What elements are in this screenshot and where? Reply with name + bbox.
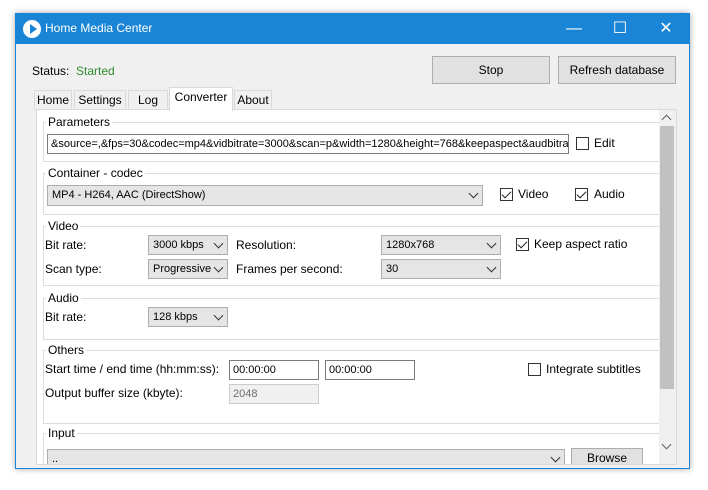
- container-codec-dropdown[interactable]: MP4 - H264, AAC (DirectShow): [47, 185, 483, 206]
- tab-log[interactable]: Log: [128, 90, 168, 110]
- video-checkbox-label: Video: [518, 187, 549, 201]
- end-time-field[interactable]: 00:00:00: [325, 360, 415, 380]
- chevron-down-icon: [213, 262, 224, 273]
- chevron-down-icon: [213, 238, 224, 249]
- video-group: [43, 226, 665, 286]
- edit-checkbox[interactable]: [576, 137, 589, 150]
- scan-type-value: Progressive: [153, 263, 212, 275]
- chevron-down-icon: [486, 262, 497, 273]
- integrate-subtitles-checkbox[interactable]: [528, 363, 541, 376]
- video-bitrate-value: 3000 kbps: [153, 239, 204, 251]
- scrollbar-thumb[interactable]: [660, 126, 674, 389]
- scan-type-label: Scan type:: [45, 262, 102, 276]
- tab-about[interactable]: About: [234, 90, 272, 110]
- container-codec-value: MP4 - H264, AAC (DirectShow): [52, 189, 206, 201]
- audio-group-label: Audio: [46, 291, 81, 305]
- fps-dropdown[interactable]: 30: [381, 259, 501, 279]
- title-bar[interactable]: Home Media Center — ☐ ✕: [16, 14, 689, 44]
- video-checkbox[interactable]: [500, 188, 513, 201]
- video-bitrate-label: Bit rate:: [45, 238, 87, 252]
- main-window: Home Media Center — ☐ ✕ Status: Started …: [15, 13, 690, 469]
- audio-group: [43, 298, 665, 340]
- input-group-label: Input: [46, 426, 77, 440]
- refresh-database-button[interactable]: Refresh database: [558, 56, 676, 84]
- buffer-size-field[interactable]: 2048: [229, 384, 319, 404]
- parameters-group-label: Parameters: [46, 115, 113, 129]
- status-value: Started: [76, 64, 115, 78]
- keep-aspect-checkbox[interactable]: [516, 238, 529, 251]
- chevron-down-icon: [486, 238, 497, 249]
- input-dropdown[interactable]: ..: [47, 449, 565, 465]
- scan-type-dropdown[interactable]: Progressive: [148, 259, 228, 279]
- maximize-icon[interactable]: ☐: [597, 14, 643, 44]
- start-time-field[interactable]: 00:00:00: [229, 360, 319, 380]
- tab-settings[interactable]: Settings: [74, 90, 126, 110]
- audio-checkbox[interactable]: [575, 188, 588, 201]
- minimize-icon[interactable]: —: [551, 14, 597, 44]
- converter-panel: Parameters &source=,&fps=30&codec=mp4&vi…: [36, 109, 677, 465]
- edit-label: Edit: [594, 136, 615, 150]
- fps-value: 30: [386, 263, 399, 275]
- input-value: ..: [52, 453, 59, 465]
- audio-bitrate-value: 128 kbps: [153, 311, 198, 323]
- stop-button[interactable]: Stop: [432, 56, 550, 84]
- chevron-down-icon: [213, 310, 224, 321]
- play-app-icon: [23, 20, 41, 38]
- others-group-label: Others: [46, 343, 87, 357]
- buffer-size-label: Output buffer size (kbyte):: [45, 386, 183, 400]
- keep-aspect-label: Keep aspect ratio: [534, 237, 628, 251]
- status-label: Status:: [32, 64, 70, 78]
- resolution-value: 1280x768: [386, 239, 435, 251]
- chevron-down-icon: [550, 452, 561, 463]
- tab-home[interactable]: Home: [34, 90, 72, 110]
- container-codec-group-label: Container - codec: [46, 166, 145, 180]
- parameters-field[interactable]: &source=,&fps=30&codec=mp4&vidbitrate=30…: [47, 134, 569, 154]
- audio-bitrate-dropdown[interactable]: 128 kbps: [148, 307, 228, 327]
- audio-bitrate-label: Bit rate:: [45, 310, 87, 324]
- video-group-label: Video: [46, 219, 81, 233]
- window-title: Home Media Center: [45, 21, 153, 35]
- resolution-label: Resolution:: [236, 238, 297, 252]
- close-icon[interactable]: ✕: [643, 14, 689, 44]
- resolution-dropdown[interactable]: 1280x768: [381, 235, 501, 255]
- audio-checkbox-label: Audio: [594, 187, 625, 201]
- time-label: Start time / end time (hh:mm:ss):: [45, 362, 220, 376]
- video-bitrate-dropdown[interactable]: 3000 kbps: [148, 235, 228, 255]
- browse-button[interactable]: Browse: [571, 448, 643, 464]
- chevron-down-icon: [468, 188, 479, 199]
- fps-label: Frames per second:: [236, 262, 343, 276]
- tab-converter[interactable]: Converter: [169, 87, 233, 111]
- integrate-subtitles-label: Integrate subtitles: [546, 362, 641, 376]
